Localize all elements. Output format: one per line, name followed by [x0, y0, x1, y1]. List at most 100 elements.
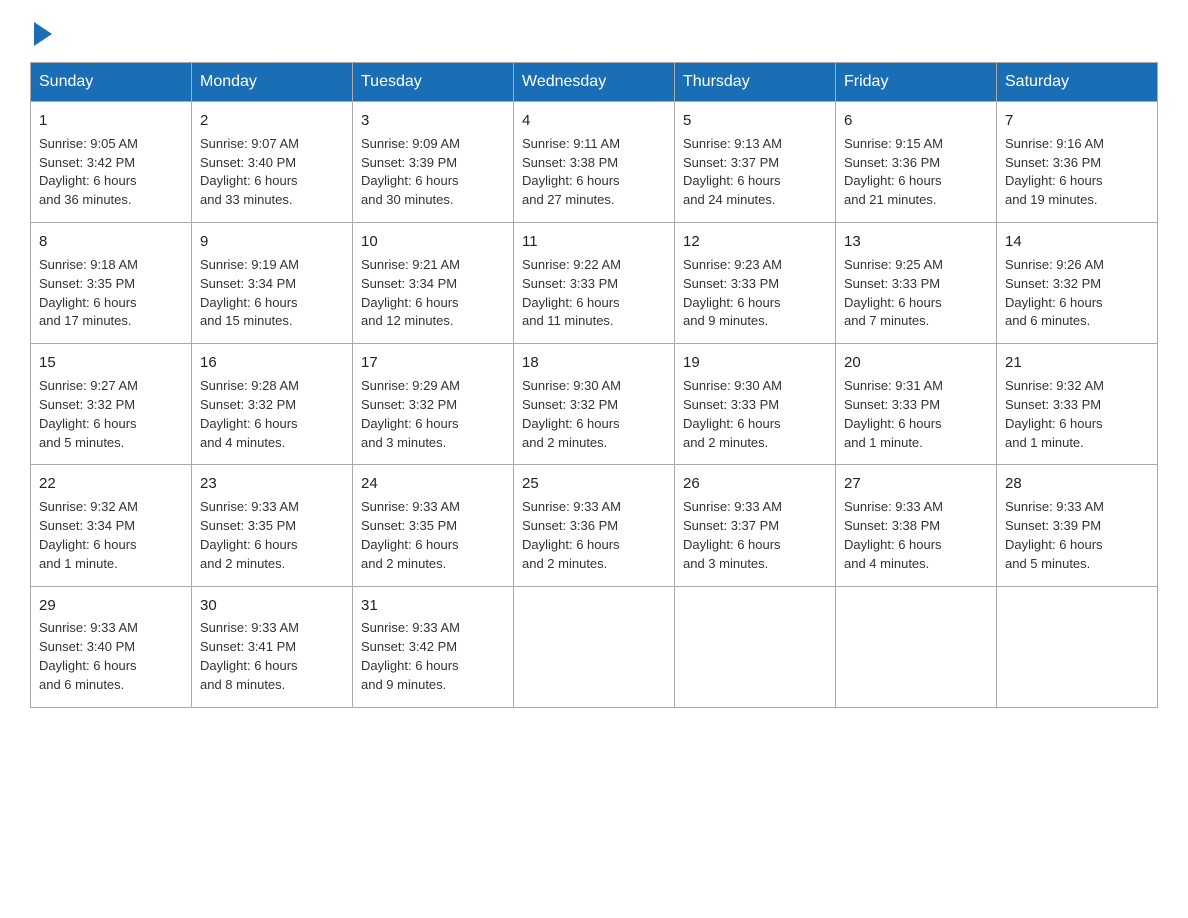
day-number: 6 [844, 110, 988, 132]
day-number: 28 [1005, 473, 1149, 495]
day-info-block: Sunrise: 9:23 AMSunset: 3:33 PMDaylight:… [683, 256, 827, 331]
calendar-cell: 12 Sunrise: 9:23 AMSunset: 3:33 PMDayligh… [675, 223, 836, 344]
calendar-cell [836, 586, 997, 707]
day-number: 31 [361, 595, 505, 617]
day-number: 29 [39, 595, 183, 617]
day-info-block: Sunrise: 9:09 AMSunset: 3:39 PMDaylight:… [361, 135, 505, 210]
weekday-header-saturday: Saturday [997, 63, 1158, 102]
day-number: 11 [522, 231, 666, 253]
calendar-cell: 17 Sunrise: 9:29 AMSunset: 3:32 PMDayligh… [353, 344, 514, 465]
day-info-block: Sunrise: 9:07 AMSunset: 3:40 PMDaylight:… [200, 135, 344, 210]
calendar-cell: 28 Sunrise: 9:33 AMSunset: 3:39 PMDayligh… [997, 465, 1158, 586]
calendar-cell: 20 Sunrise: 9:31 AMSunset: 3:33 PMDayligh… [836, 344, 997, 465]
calendar-week-row: 22 Sunrise: 9:32 AMSunset: 3:34 PMDayligh… [31, 465, 1158, 586]
calendar-header-row: SundayMondayTuesdayWednesdayThursdayFrid… [31, 63, 1158, 102]
day-info-block: Sunrise: 9:19 AMSunset: 3:34 PMDaylight:… [200, 256, 344, 331]
day-info-block: Sunrise: 9:32 AMSunset: 3:34 PMDaylight:… [39, 498, 183, 573]
calendar-cell: 29Sunrise: 9:33 AMSunset: 3:40 PMDayligh… [31, 586, 192, 707]
day-info-block: Sunrise: 9:33 AMSunset: 3:42 PMDaylight:… [361, 619, 505, 694]
calendar-cell: 24 Sunrise: 9:33 AMSunset: 3:35 PMDayligh… [353, 465, 514, 586]
day-info-block: Sunrise: 9:05 AMSunset: 3:42 PMDaylight:… [39, 135, 183, 210]
calendar-cell: 16Sunrise: 9:28 AMSunset: 3:32 PMDayligh… [192, 344, 353, 465]
day-number: 24 [361, 473, 505, 495]
calendar-cell: 26 Sunrise: 9:33 AMSunset: 3:37 PMDayligh… [675, 465, 836, 586]
day-info-block: Sunrise: 9:16 AMSunset: 3:36 PMDaylight:… [1005, 135, 1149, 210]
calendar-cell: 21 Sunrise: 9:32 AMSunset: 3:33 PMDayligh… [997, 344, 1158, 465]
day-info-block: Sunrise: 9:33 AMSunset: 3:35 PMDaylight:… [361, 498, 505, 573]
day-number: 3 [361, 110, 505, 132]
page-header [30, 20, 1158, 42]
calendar-cell: 1Sunrise: 9:05 AMSunset: 3:42 PMDaylight… [31, 102, 192, 223]
calendar-cell: 9 Sunrise: 9:19 AMSunset: 3:34 PMDaylight… [192, 223, 353, 344]
calendar-week-row: 29Sunrise: 9:33 AMSunset: 3:40 PMDayligh… [31, 586, 1158, 707]
calendar-cell: 2 Sunrise: 9:07 AMSunset: 3:40 PMDaylight… [192, 102, 353, 223]
day-info-block: Sunrise: 9:33 AMSunset: 3:41 PMDaylight:… [200, 619, 344, 694]
calendar-cell [997, 586, 1158, 707]
calendar-cell: 14Sunrise: 9:26 AMSunset: 3:32 PMDayligh… [997, 223, 1158, 344]
day-number: 12 [683, 231, 827, 253]
day-info-block: Sunrise: 9:33 AMSunset: 3:38 PMDaylight:… [844, 498, 988, 573]
calendar-cell: 13 Sunrise: 9:25 AMSunset: 3:33 PMDayligh… [836, 223, 997, 344]
weekday-header-thursday: Thursday [675, 63, 836, 102]
calendar-cell: 19Sunrise: 9:30 AMSunset: 3:33 PMDayligh… [675, 344, 836, 465]
day-info-block: Sunrise: 9:15 AMSunset: 3:36 PMDaylight:… [844, 135, 988, 210]
calendar-cell: 31Sunrise: 9:33 AMSunset: 3:42 PMDayligh… [353, 586, 514, 707]
day-info-block: Sunrise: 9:28 AMSunset: 3:32 PMDaylight:… [200, 377, 344, 452]
weekday-header-wednesday: Wednesday [514, 63, 675, 102]
calendar-week-row: 15 Sunrise: 9:27 AMSunset: 3:32 PMDayligh… [31, 344, 1158, 465]
day-number: 13 [844, 231, 988, 253]
day-number: 8 [39, 231, 183, 253]
day-info-block: Sunrise: 9:18 AMSunset: 3:35 PMDaylight:… [39, 256, 183, 331]
calendar-table: SundayMondayTuesdayWednesdayThursdayFrid… [30, 62, 1158, 708]
day-info-block: Sunrise: 9:33 AMSunset: 3:35 PMDaylight:… [200, 498, 344, 573]
calendar-cell [514, 586, 675, 707]
day-info-block: Sunrise: 9:21 AMSunset: 3:34 PMDaylight:… [361, 256, 505, 331]
calendar-cell: 18Sunrise: 9:30 AMSunset: 3:32 PMDayligh… [514, 344, 675, 465]
day-info-block: Sunrise: 9:27 AMSunset: 3:32 PMDaylight:… [39, 377, 183, 452]
day-info-block: Sunrise: 9:25 AMSunset: 3:33 PMDaylight:… [844, 256, 988, 331]
calendar-cell: 5 Sunrise: 9:13 AMSunset: 3:37 PMDaylight… [675, 102, 836, 223]
calendar-cell: 10 Sunrise: 9:21 AMSunset: 3:34 PMDayligh… [353, 223, 514, 344]
day-number: 30 [200, 595, 344, 617]
calendar-cell: 8 Sunrise: 9:18 AMSunset: 3:35 PMDaylight… [31, 223, 192, 344]
day-info-block: Sunrise: 9:31 AMSunset: 3:33 PMDaylight:… [844, 377, 988, 452]
day-number: 22 [39, 473, 183, 495]
day-number: 27 [844, 473, 988, 495]
day-number: 9 [200, 231, 344, 253]
calendar-cell: 27 Sunrise: 9:33 AMSunset: 3:38 PMDayligh… [836, 465, 997, 586]
day-number: 5 [683, 110, 827, 132]
day-number: 17 [361, 352, 505, 374]
day-info-block: Sunrise: 9:33 AMSunset: 3:39 PMDaylight:… [1005, 498, 1149, 573]
calendar-week-row: 8 Sunrise: 9:18 AMSunset: 3:35 PMDaylight… [31, 223, 1158, 344]
weekday-header-friday: Friday [836, 63, 997, 102]
day-number: 26 [683, 473, 827, 495]
day-info-block: Sunrise: 9:33 AMSunset: 3:37 PMDaylight:… [683, 498, 827, 573]
weekday-header-sunday: Sunday [31, 63, 192, 102]
day-number: 4 [522, 110, 666, 132]
day-number: 15 [39, 352, 183, 374]
logo [30, 20, 52, 42]
day-info-block: Sunrise: 9:13 AMSunset: 3:37 PMDaylight:… [683, 135, 827, 210]
day-number: 19 [683, 352, 827, 374]
calendar-cell: 23Sunrise: 9:33 AMSunset: 3:35 PMDayligh… [192, 465, 353, 586]
calendar-cell: 30Sunrise: 9:33 AMSunset: 3:41 PMDayligh… [192, 586, 353, 707]
calendar-cell: 4Sunrise: 9:11 AMSunset: 3:38 PMDaylight… [514, 102, 675, 223]
calendar-cell: 6 Sunrise: 9:15 AMSunset: 3:36 PMDaylight… [836, 102, 997, 223]
day-number: 18 [522, 352, 666, 374]
day-number: 20 [844, 352, 988, 374]
day-number: 2 [200, 110, 344, 132]
logo-triangle-icon [34, 22, 52, 46]
day-info-block: Sunrise: 9:22 AMSunset: 3:33 PMDaylight:… [522, 256, 666, 331]
calendar-cell: 3 Sunrise: 9:09 AMSunset: 3:39 PMDaylight… [353, 102, 514, 223]
day-number: 10 [361, 231, 505, 253]
day-number: 21 [1005, 352, 1149, 374]
calendar-week-row: 1Sunrise: 9:05 AMSunset: 3:42 PMDaylight… [31, 102, 1158, 223]
day-info-block: Sunrise: 9:33 AMSunset: 3:36 PMDaylight:… [522, 498, 666, 573]
calendar-cell [675, 586, 836, 707]
day-info-block: Sunrise: 9:26 AMSunset: 3:32 PMDaylight:… [1005, 256, 1149, 331]
calendar-cell: 7Sunrise: 9:16 AMSunset: 3:36 PMDaylight… [997, 102, 1158, 223]
calendar-cell: 22 Sunrise: 9:32 AMSunset: 3:34 PMDayligh… [31, 465, 192, 586]
day-info-block: Sunrise: 9:29 AMSunset: 3:32 PMDaylight:… [361, 377, 505, 452]
day-info-block: Sunrise: 9:32 AMSunset: 3:33 PMDaylight:… [1005, 377, 1149, 452]
weekday-header-monday: Monday [192, 63, 353, 102]
